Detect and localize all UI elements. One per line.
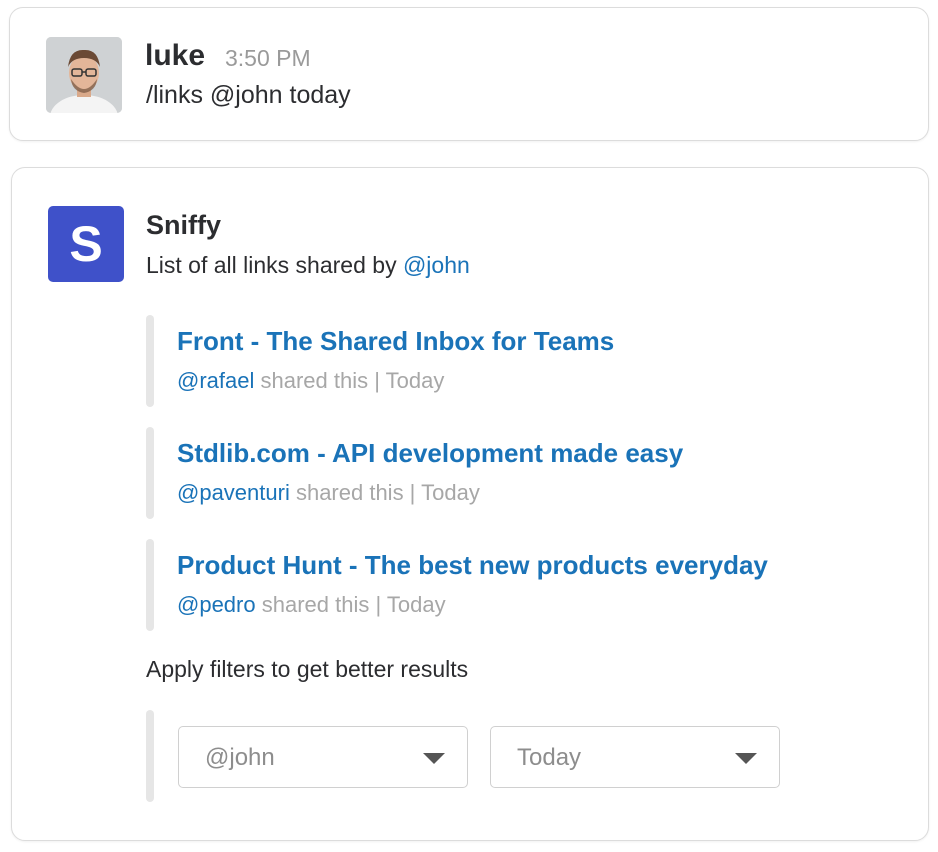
chevron-down-icon — [735, 753, 757, 764]
intro-mention-link[interactable]: @john — [403, 252, 470, 278]
date-filter-value: Today — [517, 744, 582, 771]
bot-avatar-letter: S — [69, 216, 103, 272]
shared-by-mention[interactable]: @paventuri — [177, 480, 290, 505]
bot-avatar[interactable]: S — [48, 206, 124, 282]
date-filter-select[interactable]: Today — [490, 726, 780, 788]
shared-label: shared this | Today — [254, 368, 445, 393]
message-text: /links @john today — [146, 81, 351, 109]
intro-prefix: List of all links shared by — [146, 252, 403, 278]
bot-message-card: S Sniffy List of all links shared by @jo… — [11, 167, 929, 841]
link-meta: @rafael shared this | Today — [177, 367, 444, 395]
shared-by-mention[interactable]: @pedro — [177, 592, 256, 617]
user-message-card: luke 3:50 PM /links @john today — [9, 7, 929, 141]
user-name[interactable]: luke — [145, 38, 205, 74]
link-meta: @paventuri shared this | Today — [177, 479, 480, 507]
link-title[interactable]: Stdlib.com - API development made easy — [177, 437, 683, 469]
shared-label: shared this | Today — [255, 592, 446, 617]
filter-accent-bar — [146, 710, 154, 802]
link-attachment: Front - The Shared Inbox for Teams @rafa… — [146, 315, 866, 407]
attachment-accent-bar — [146, 539, 154, 631]
message-timestamp[interactable]: 3:50 PM — [225, 44, 311, 72]
shared-label: shared this | Today — [289, 480, 480, 505]
link-title[interactable]: Front - The Shared Inbox for Teams — [177, 325, 614, 357]
bot-name[interactable]: Sniffy — [146, 208, 221, 242]
bot-intro-text: List of all links shared by @john — [146, 250, 470, 280]
attachment-accent-bar — [146, 315, 154, 407]
link-title[interactable]: Product Hunt - The best new products eve… — [177, 549, 768, 581]
attachment-accent-bar — [146, 427, 154, 519]
filter-hint-text: Apply filters to get better results — [146, 656, 469, 682]
user-filter-select[interactable]: @john — [178, 726, 468, 788]
link-attachment: Stdlib.com - API development made easy @… — [146, 427, 866, 519]
link-attachment: Product Hunt - The best new products eve… — [146, 539, 866, 631]
link-meta: @pedro shared this | Today — [177, 591, 446, 619]
chevron-down-icon — [423, 753, 445, 764]
user-avatar-icon — [46, 37, 122, 113]
user-avatar[interactable] — [46, 37, 122, 113]
user-filter-value: @john — [205, 744, 275, 771]
shared-by-mention[interactable]: @rafael — [177, 368, 254, 393]
